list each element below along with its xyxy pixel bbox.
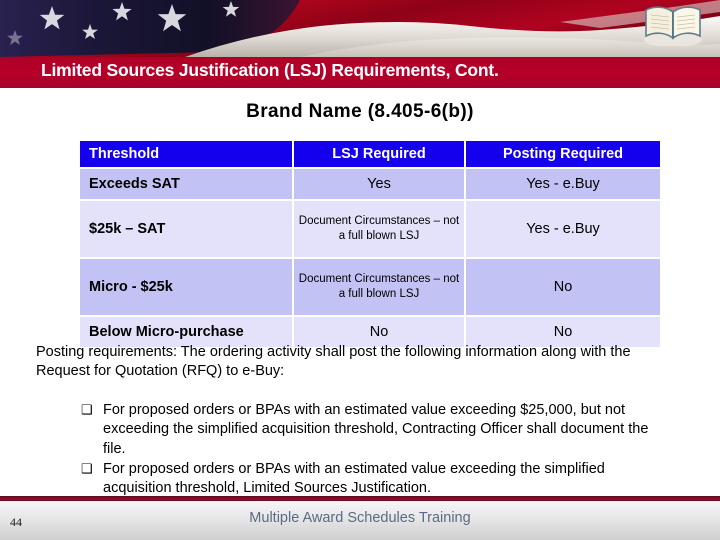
requirements-table: Threshold LSJ Required Posting Required … [78, 139, 662, 349]
posting-requirements-paragraph: Posting requirements: The ordering activ… [36, 344, 631, 380]
table-header-row: Threshold LSJ Required Posting Required [80, 141, 660, 167]
cell-threshold: $25k – SAT [80, 201, 292, 257]
table-row: $25k – SAT Document Circumstances – not … [80, 201, 660, 257]
table-row: Exceeds SAT Yes Yes - e.Buy [80, 169, 660, 199]
cell-lsj-required: Document Circumstances – not a full blow… [294, 259, 464, 315]
list-item: ❑ For proposed orders or BPAs with an es… [36, 401, 672, 459]
list-item: ❑ For proposed orders or BPAs with an es… [36, 460, 672, 499]
square-bullet-icon: ❑ [81, 402, 93, 417]
posting-bullet-list: ❑ For proposed orders or BPAs with an es… [36, 401, 672, 499]
flag-image [0, 0, 720, 57]
list-item-text: For proposed orders or BPAs with an esti… [103, 460, 605, 497]
square-bullet-icon: ❑ [81, 460, 93, 476]
flag-banner [0, 0, 720, 57]
cell-lsj-required: Document Circumstances – not a full blow… [294, 201, 464, 257]
column-header-posting-required: Posting Required [466, 141, 660, 167]
subtitle: Brand Name (8.405-6(b)) [246, 101, 474, 122]
page-title: Limited Sources Justification (LSJ) Requ… [41, 60, 499, 80]
table-row: Micro - $25k Document Circumstances – no… [80, 259, 660, 315]
cell-lsj-required: Yes [294, 169, 464, 199]
cell-posting-required: Yes - e.Buy [466, 169, 660, 199]
column-header-threshold: Threshold [80, 141, 292, 167]
cell-posting-required: Yes - e.Buy [466, 201, 660, 257]
cell-threshold: Exceeds SAT [80, 169, 292, 199]
cell-posting-required: No [466, 259, 660, 315]
cell-threshold: Micro - $25k [80, 259, 292, 315]
column-header-lsj-required: LSJ Required [294, 141, 464, 167]
footer-title: Multiple Award Schedules Training [249, 510, 471, 526]
list-item-text: For proposed orders or BPAs with an esti… [103, 402, 649, 457]
open-book-icon [644, 6, 702, 46]
